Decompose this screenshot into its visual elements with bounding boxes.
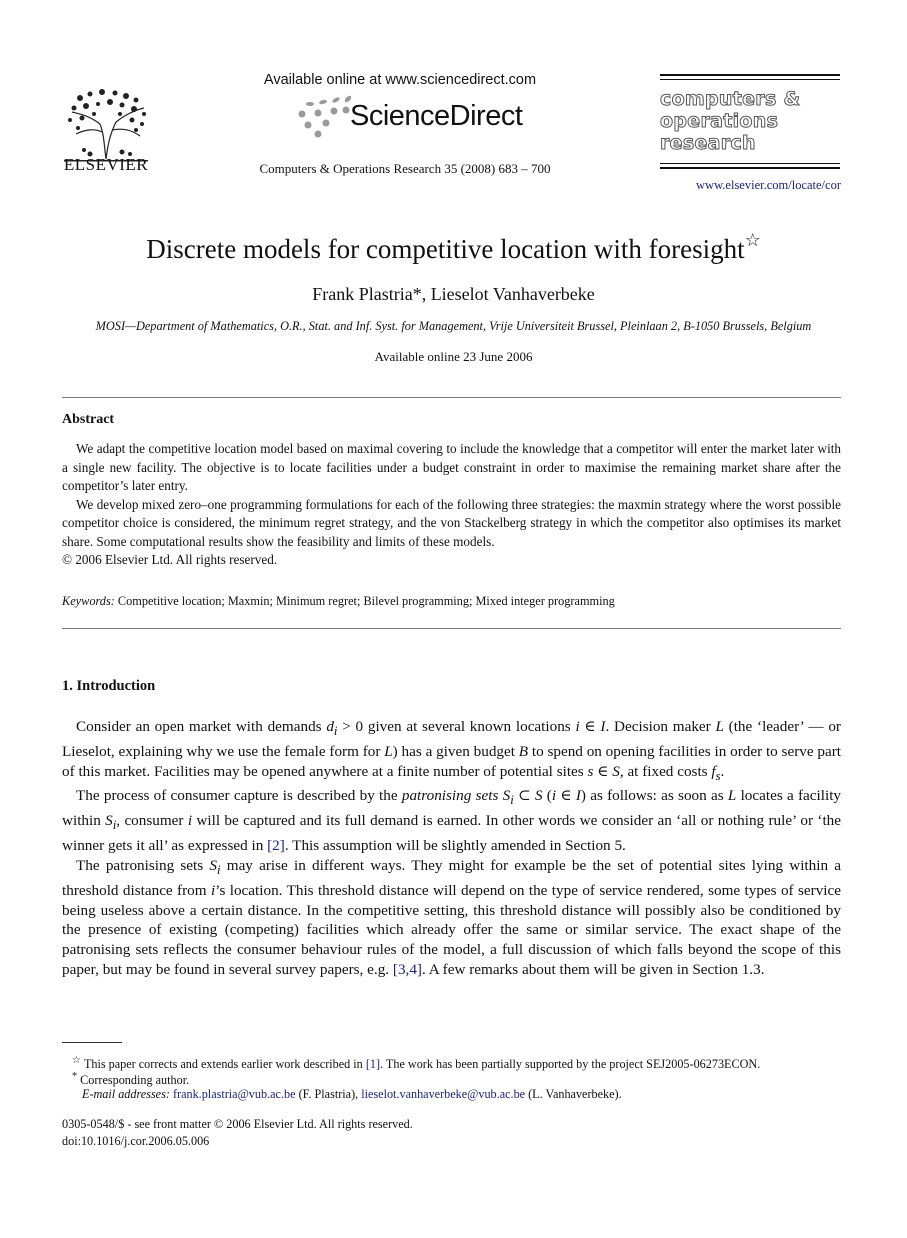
intro-paragraph: The process of consumer capture is descr… — [62, 787, 842, 855]
journal-logo: computers & operations research — [660, 88, 850, 155]
citation-link[interactable]: [2] — [267, 837, 285, 854]
journal-logo-line: operations — [660, 110, 779, 133]
doi-link[interactable]: doi:10.1016/j.cor.2006.05.006 — [62, 1133, 852, 1149]
issn-line: 0305-0548/$ - see front matter © 2006 El… — [62, 1117, 413, 1131]
citation-link[interactable]: [3,4] — [393, 961, 422, 978]
intro-paragraph: Consider an open market with demands di … — [62, 718, 842, 783]
available-online-date: Available online 23 June 2006 — [374, 349, 533, 364]
section-heading: 1. Introduction — [62, 678, 156, 694]
email-link[interactable]: frank.plastria@vub.ac.be — [173, 1087, 296, 1101]
abstract-heading: Abstract — [62, 412, 115, 427]
footnote-asterisk: * — [72, 1071, 78, 1082]
keywords-label: Keywords: — [62, 594, 115, 608]
abstract-paragraph: We adapt the competitive location model … — [62, 441, 841, 493]
paper-title-text: Discrete models for competitive location… — [146, 234, 745, 264]
journal-logo-line: research — [660, 132, 757, 155]
keywords: Keywords: Competitive location; Maxmin; … — [62, 594, 615, 609]
journal-url-link[interactable]: www.elsevier.com/locate/cor — [660, 178, 841, 193]
footnote-star-icon: ☆ — [72, 1055, 82, 1066]
journal-logo-rule — [660, 79, 840, 80]
abstract-paragraph: We develop mixed zero–one programming fo… — [62, 496, 841, 549]
authors: Frank Plastria*, Lieselot Vanhaverbeke — [312, 284, 595, 304]
affiliation: MOSI—Department of Mathematics, O.R., St… — [95, 319, 812, 333]
divider — [62, 628, 841, 629]
journal-logo-line: computers & — [660, 88, 801, 111]
footnote-divider — [62, 1042, 122, 1043]
keywords-text: Competitive location; Maxmin; Minimum re… — [117, 594, 615, 608]
divider — [62, 397, 841, 398]
footnote-emails: E-mail addresses: frank.plastria@vub.ac.… — [82, 1087, 622, 1101]
sciencedirect-brand: ScienceDirect — [350, 100, 523, 132]
email-link[interactable]: lieselot.vanhaverbeke@vub.ac.be — [361, 1087, 525, 1101]
journal-logo-rule — [660, 74, 840, 76]
intro-paragraph: The patronising sets Si may arise in dif… — [62, 856, 842, 978]
abstract-copyright: © 2006 Elsevier Ltd. All rights reserved… — [62, 552, 278, 567]
paper-title: Discrete models for competitive location… — [0, 230, 907, 265]
journal-logo-rule — [660, 163, 840, 164]
title-footnote-star-icon[interactable]: ☆ — [745, 230, 761, 250]
introduction-body: Consider an open market with demands di … — [62, 717, 841, 980]
journal-logo-rule — [660, 167, 840, 169]
publisher-name: ELSEVIER — [63, 155, 149, 174]
sciencedirect-availability: Available online at www.sciencedirect.co… — [263, 72, 537, 88]
journal-reference: Computers & Operations Research 35 (2008… — [259, 161, 551, 176]
abstract-body: We adapt the competitive location model … — [62, 440, 841, 570]
